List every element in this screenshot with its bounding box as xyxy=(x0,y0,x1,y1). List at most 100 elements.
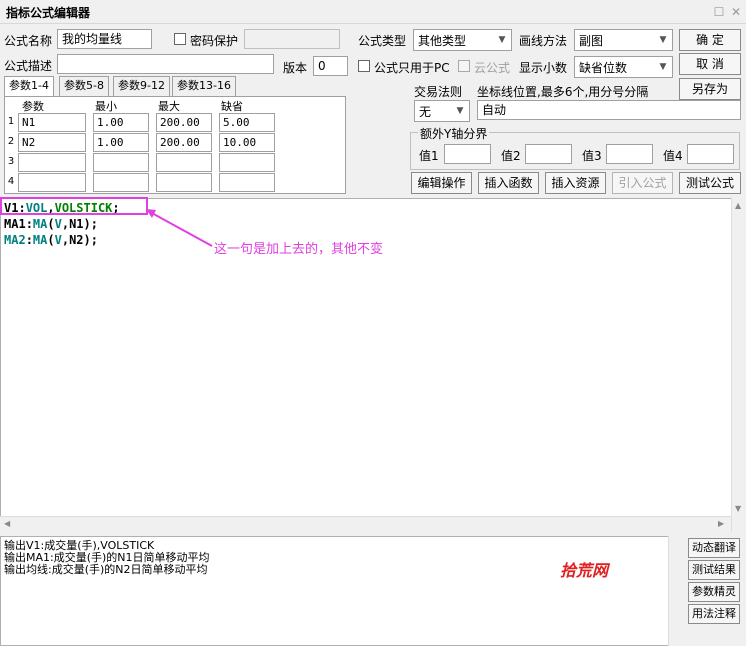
param-min-cell[interactable]: 1.00 xyxy=(93,113,149,132)
formula-name-input[interactable]: 我的均量线 xyxy=(57,29,152,49)
code-token: MA xyxy=(32,233,48,247)
param-header-default: 缺省 xyxy=(221,100,243,113)
param-max-cell[interactable] xyxy=(156,173,212,192)
code-token: MA2 xyxy=(4,233,26,247)
y1-input[interactable] xyxy=(444,144,491,164)
param-header-max: 最大 xyxy=(158,100,180,113)
param-min-cell[interactable] xyxy=(93,153,149,172)
cancel-button[interactable]: 取 消 xyxy=(679,53,741,75)
scroll-down-icon[interactable]: ▼ xyxy=(735,504,741,513)
tab-params-5-8[interactable]: 参数5-8 xyxy=(59,76,109,96)
password-checkbox[interactable] xyxy=(174,33,186,45)
tab-params-13-16[interactable]: 参数13-16 xyxy=(172,76,236,96)
insert-resource-button[interactable]: 插入资源 xyxy=(545,172,606,194)
password-label: 密码保护 xyxy=(190,34,239,48)
code-token: ,N1); xyxy=(61,217,98,231)
param-row-num: 3 xyxy=(7,156,15,167)
param-default-cell[interactable]: 10.00 xyxy=(219,133,275,152)
annotation-highlight-box xyxy=(0,197,148,215)
yaxis-group-label: 额外Y轴分界 xyxy=(418,125,490,142)
y2-input[interactable] xyxy=(525,144,572,164)
cloud-label: 云公式 xyxy=(474,61,511,75)
password-input[interactable] xyxy=(244,29,340,49)
annotation-arrow-line xyxy=(149,211,213,247)
editor-horizontal-scrollbar[interactable]: ◀ ▶ xyxy=(0,516,731,532)
ok-button[interactable]: 确 定 xyxy=(679,29,741,51)
formula-desc-input[interactable] xyxy=(57,54,274,74)
y3-label: 值3 xyxy=(582,149,602,163)
type-label: 公式类型 xyxy=(358,34,407,48)
param-max-cell[interactable]: 200.00 xyxy=(156,113,212,132)
version-input[interactable]: 0 xyxy=(313,56,348,76)
code-token: : xyxy=(25,233,33,247)
editor-vertical-scrollbar[interactable]: ▲ ▼ xyxy=(731,198,746,532)
param-wizard-button[interactable]: 参数精灵 xyxy=(688,582,740,602)
code-token: MA1 xyxy=(4,217,26,231)
test-result-button[interactable]: 测试结果 xyxy=(688,560,740,580)
param-max-cell[interactable] xyxy=(156,153,212,172)
maximize-icon[interactable]: ☐ xyxy=(712,5,726,19)
decimals-select[interactable]: 缺省位数 ▼ xyxy=(574,56,673,78)
param-name-cell[interactable] xyxy=(18,153,86,172)
param-name-cell[interactable]: N1 xyxy=(18,113,86,132)
code-token: MA xyxy=(32,217,48,231)
usage-notes-button[interactable]: 用法注释 xyxy=(688,604,740,624)
edit-ops-button[interactable]: 编辑操作 xyxy=(411,172,472,194)
formula-type-select[interactable]: 其他类型 ▼ xyxy=(413,29,512,51)
trade-rule-label: 交易法则 xyxy=(414,85,463,99)
y4-input[interactable] xyxy=(687,144,734,164)
watermark-text: 拾荒网 xyxy=(560,561,609,580)
close-icon[interactable]: ✕ xyxy=(729,5,743,19)
y1-label: 值1 xyxy=(419,149,439,163)
param-name-cell[interactable]: N2 xyxy=(18,133,86,152)
cloud-checkbox[interactable] xyxy=(458,60,470,72)
chevron-down-icon: ▼ xyxy=(659,35,667,45)
param-max-cell[interactable]: 200.00 xyxy=(156,133,212,152)
code-token: V xyxy=(54,217,62,231)
coord-label: 坐标线位置,最多6个,用分号分隔 xyxy=(477,85,649,99)
draw-method-select[interactable]: 副图 ▼ xyxy=(574,29,673,51)
trade-rule-select[interactable]: 无 ▼ xyxy=(414,100,470,122)
title-bar: 指标公式编辑器 ☐ ✕ xyxy=(0,0,746,24)
param-min-cell[interactable]: 1.00 xyxy=(93,133,149,152)
tab-params-9-12[interactable]: 参数9-12 xyxy=(113,76,170,96)
code-line-2: MA1:MA(V,N1); xyxy=(4,216,98,232)
param-row-num: 1 xyxy=(7,116,15,127)
param-default-cell[interactable] xyxy=(219,173,275,192)
draw-label: 画线方法 xyxy=(519,34,568,48)
pc-only-label: 公式只用于PC xyxy=(374,61,450,75)
insert-function-button[interactable]: 插入函数 xyxy=(478,172,539,194)
test-formula-button[interactable]: 测试公式 xyxy=(679,172,741,194)
chevron-down-icon: ▼ xyxy=(659,62,667,72)
param-name-cell[interactable] xyxy=(18,173,86,192)
y4-label: 值4 xyxy=(663,149,683,163)
scroll-left-icon[interactable]: ◀ xyxy=(4,519,10,528)
param-row-num: 2 xyxy=(7,136,15,147)
code-token: ( xyxy=(47,233,55,247)
annotation-text: 这一句是加上去的，其他不变 xyxy=(214,242,384,257)
param-default-cell[interactable]: 5.00 xyxy=(219,113,275,132)
dynamic-translate-button[interactable]: 动态翻译 xyxy=(688,538,740,558)
chevron-down-icon: ▼ xyxy=(456,106,464,116)
version-label: 版本 xyxy=(283,61,308,75)
import-formula-button[interactable]: 引入公式 xyxy=(612,172,673,194)
code-token: ,N2); xyxy=(61,233,98,247)
code-token: ( xyxy=(47,217,55,231)
save-as-button[interactable]: 另存为 xyxy=(679,78,741,100)
param-min-cell[interactable] xyxy=(93,173,149,192)
code-token: : xyxy=(25,217,33,231)
output-scrollbar[interactable] xyxy=(668,536,684,646)
output-line: 输出均线:成交量(手)的N2日简单移动平均 xyxy=(4,563,208,576)
y3-input[interactable] xyxy=(606,144,653,164)
pc-only-checkbox[interactable] xyxy=(358,60,370,72)
scroll-up-icon[interactable]: ▲ xyxy=(735,201,741,210)
param-default-cell[interactable] xyxy=(219,153,275,172)
coord-input[interactable]: 自动 xyxy=(477,100,741,120)
scroll-right-icon[interactable]: ▶ xyxy=(718,519,724,528)
annotation-arrow xyxy=(146,209,213,247)
tab-params-1-4[interactable]: 参数1-4 xyxy=(4,76,54,97)
code-token: V xyxy=(54,233,62,247)
param-row-num: 4 xyxy=(7,176,15,187)
code-line-3: MA2:MA(V,N2); xyxy=(4,232,98,248)
y2-label: 值2 xyxy=(501,149,521,163)
